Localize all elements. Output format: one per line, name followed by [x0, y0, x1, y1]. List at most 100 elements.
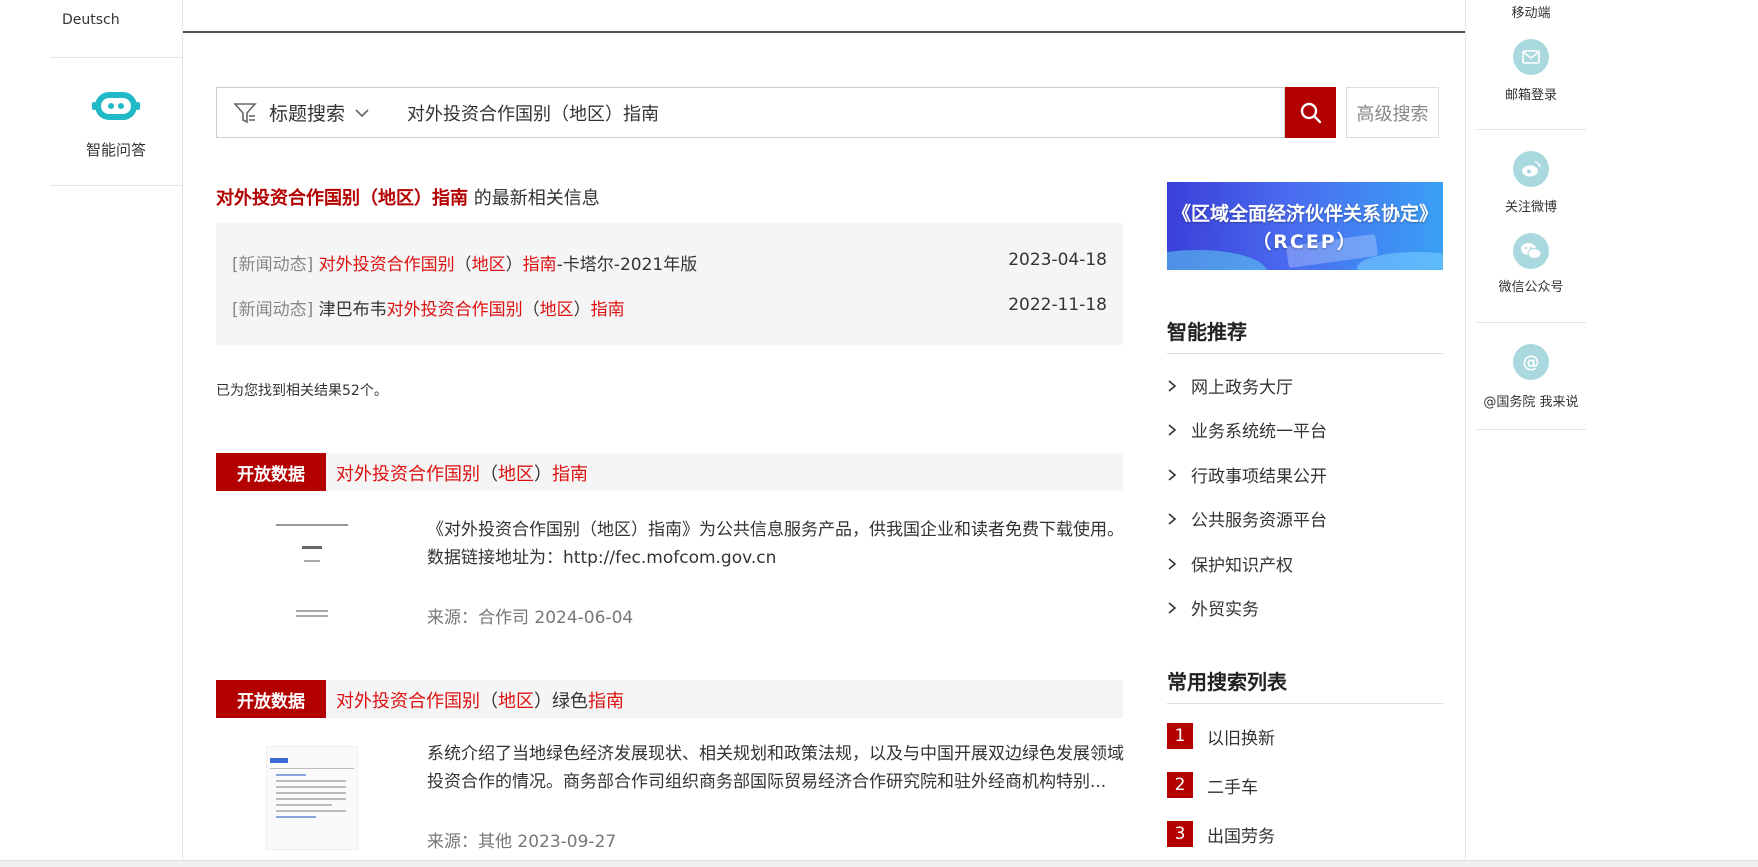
hot-search-item[interactable]: 1 以旧换新 [1167, 723, 1275, 749]
news-category: [新闻动态] [232, 255, 314, 275]
divider [1465, 0, 1466, 860]
news-date: 2023-04-18 [1008, 250, 1107, 270]
mail-icon[interactable] [1513, 39, 1549, 75]
banner-text: 《区域全面经济伙伴关系协定》 （RCEP） [1167, 200, 1443, 256]
divider [1476, 322, 1586, 323]
recommend-item[interactable]: 网上政务大厅 [1167, 373, 1293, 398]
search-icon [1300, 102, 1321, 123]
title-part: （ [480, 464, 498, 485]
title-part: 对外投资合作国别 [318, 255, 455, 275]
header-rule [183, 31, 1465, 33]
bottom-bar [0, 860, 1758, 867]
title-part: 地区 [471, 255, 506, 275]
recommend-label: 网上政务大厅 [1191, 378, 1293, 398]
open-data-badge: 开放数据 [216, 680, 326, 718]
document-thumbnail[interactable] [266, 518, 358, 622]
hot-search-title: 常用搜索列表 [1167, 670, 1287, 694]
title-part: ） [505, 255, 523, 275]
divider [1167, 353, 1443, 354]
robot-icon[interactable] [92, 88, 140, 124]
title-part: ） [534, 691, 552, 712]
weibo-icon[interactable] [1513, 151, 1549, 187]
document-thumbnail[interactable] [266, 746, 358, 850]
latest-keyword: 对外投资合作国别（地区）指南 [216, 188, 468, 209]
title-part: 指南 [522, 255, 557, 275]
title-part: 对外投资合作国别 [386, 300, 523, 320]
divider [182, 0, 183, 860]
mobile-link[interactable]: 移动端 [1476, 2, 1586, 21]
result-source: 来源：合作司 2024-06-04 [427, 608, 634, 628]
chevron-right-icon [1168, 468, 1177, 481]
advanced-search-button[interactable]: 高级搜索 [1346, 87, 1439, 138]
chevron-right-icon [1168, 601, 1177, 614]
rcep-banner[interactable]: 《区域全面经济伙伴关系协定》 （RCEP） [1167, 182, 1443, 270]
open-data-badge: 开放数据 [216, 453, 326, 491]
language-link[interactable]: Deutsch [62, 12, 120, 28]
result-title[interactable]: 对外投资合作国别（地区）指南 [336, 460, 588, 486]
recommend-label: 公共服务资源平台 [1191, 511, 1327, 531]
list-item[interactable]: [新闻动态] 对外投资合作国别（地区）指南-卡塔尔-2021年版 2023-04… [232, 250, 1107, 276]
hot-search-item[interactable]: 2 二手车 [1167, 772, 1258, 798]
title-part: 指南 [552, 464, 588, 485]
title-part: 绿色 [552, 691, 588, 712]
title-part: 指南 [588, 691, 624, 712]
latest-list: [新闻动态] 对外投资合作国别（地区）指南-卡塔尔-2021年版 2023-04… [216, 223, 1123, 345]
latest-suffix: 的最新相关信息 [473, 188, 600, 209]
rank-badge: 1 [1167, 723, 1193, 749]
title-part: 地区 [539, 300, 574, 320]
result-description: 系统介绍了当地绿色经济发展现状、相关规划和政策法规，以及与中国开展双边绿色发展领… [427, 744, 1124, 792]
chevron-right-icon [1168, 379, 1177, 392]
title-part: -卡塔尔-2021年版 [556, 255, 698, 275]
divider [1476, 429, 1586, 430]
result-source: 来源：其他 2023-09-27 [427, 832, 617, 852]
recommend-label: 行政事项结果公开 [1191, 467, 1327, 487]
state-council-label[interactable]: @国务院 我来说 [1476, 391, 1586, 410]
recommend-item[interactable]: 公共服务资源平台 [1167, 506, 1327, 531]
result-description: 《对外投资合作国别（地区）指南》为公共信息服务产品，供我国企业和读者免费下载使用… [427, 520, 1124, 568]
news-category: [新闻动态] [232, 300, 314, 320]
title-part: ） [534, 464, 552, 485]
wechat-icon[interactable] [1513, 233, 1549, 269]
title-part: 指南 [590, 300, 625, 320]
recommend-item[interactable]: 业务系统统一平台 [1167, 417, 1327, 442]
recommend-title: 智能推荐 [1167, 320, 1247, 344]
recommend-label: 保护知识产权 [1191, 556, 1293, 576]
search-button[interactable] [1285, 87, 1336, 138]
title-part: （ [454, 255, 472, 275]
rank-badge: 3 [1167, 821, 1193, 847]
title-part: ） [573, 300, 591, 320]
title-part: （ [480, 691, 498, 712]
divider [50, 57, 182, 58]
filter-icon [233, 102, 257, 123]
title-part: 对外投资合作国别 [336, 464, 480, 485]
svg-text:@: @ [1523, 353, 1540, 373]
recommend-label: 业务系统统一平台 [1191, 422, 1327, 442]
search-bar: 标题搜索 [216, 87, 1336, 138]
search-input[interactable] [397, 87, 1285, 138]
banner-line: 《区域全面经济伙伴关系协定》 [1171, 203, 1438, 225]
rank-badge: 2 [1167, 772, 1193, 798]
list-item[interactable]: [新闻动态] 津巴布韦对外投资合作国别（地区）指南 2022-11-18 [232, 295, 1107, 321]
title-part: （ [522, 300, 540, 320]
wechat-label[interactable]: 微信公众号 [1476, 276, 1586, 295]
banner-line: （RCEP） [1252, 231, 1358, 253]
hot-search-label: 二手车 [1207, 777, 1258, 798]
hot-search-item[interactable]: 3 出国劳务 [1167, 821, 1275, 847]
title-part: 津巴布韦 [318, 300, 387, 320]
divider [50, 185, 182, 186]
result-header: 开放数据 对外投资合作国别（地区）绿色指南 [216, 680, 1123, 718]
at-sign-icon[interactable]: @ [1513, 344, 1549, 380]
chevron-down-icon [355, 108, 369, 117]
chevron-right-icon [1168, 423, 1177, 436]
weibo-label[interactable]: 关注微博 [1476, 196, 1586, 215]
recommend-item[interactable]: 保护知识产权 [1167, 551, 1293, 576]
mail-login-label[interactable]: 邮箱登录 [1476, 84, 1586, 103]
title-part: 对外投资合作国别 [336, 691, 480, 712]
assistant-label[interactable]: 智能问答 [50, 139, 182, 160]
result-header: 开放数据 对外投资合作国别（地区）指南 [216, 453, 1123, 491]
recommend-item[interactable]: 外贸实务 [1167, 595, 1259, 620]
search-type-select[interactable]: 标题搜索 [216, 87, 398, 138]
recommend-item[interactable]: 行政事项结果公开 [1167, 462, 1327, 487]
divider [1476, 129, 1586, 130]
result-title[interactable]: 对外投资合作国别（地区）绿色指南 [336, 687, 624, 713]
